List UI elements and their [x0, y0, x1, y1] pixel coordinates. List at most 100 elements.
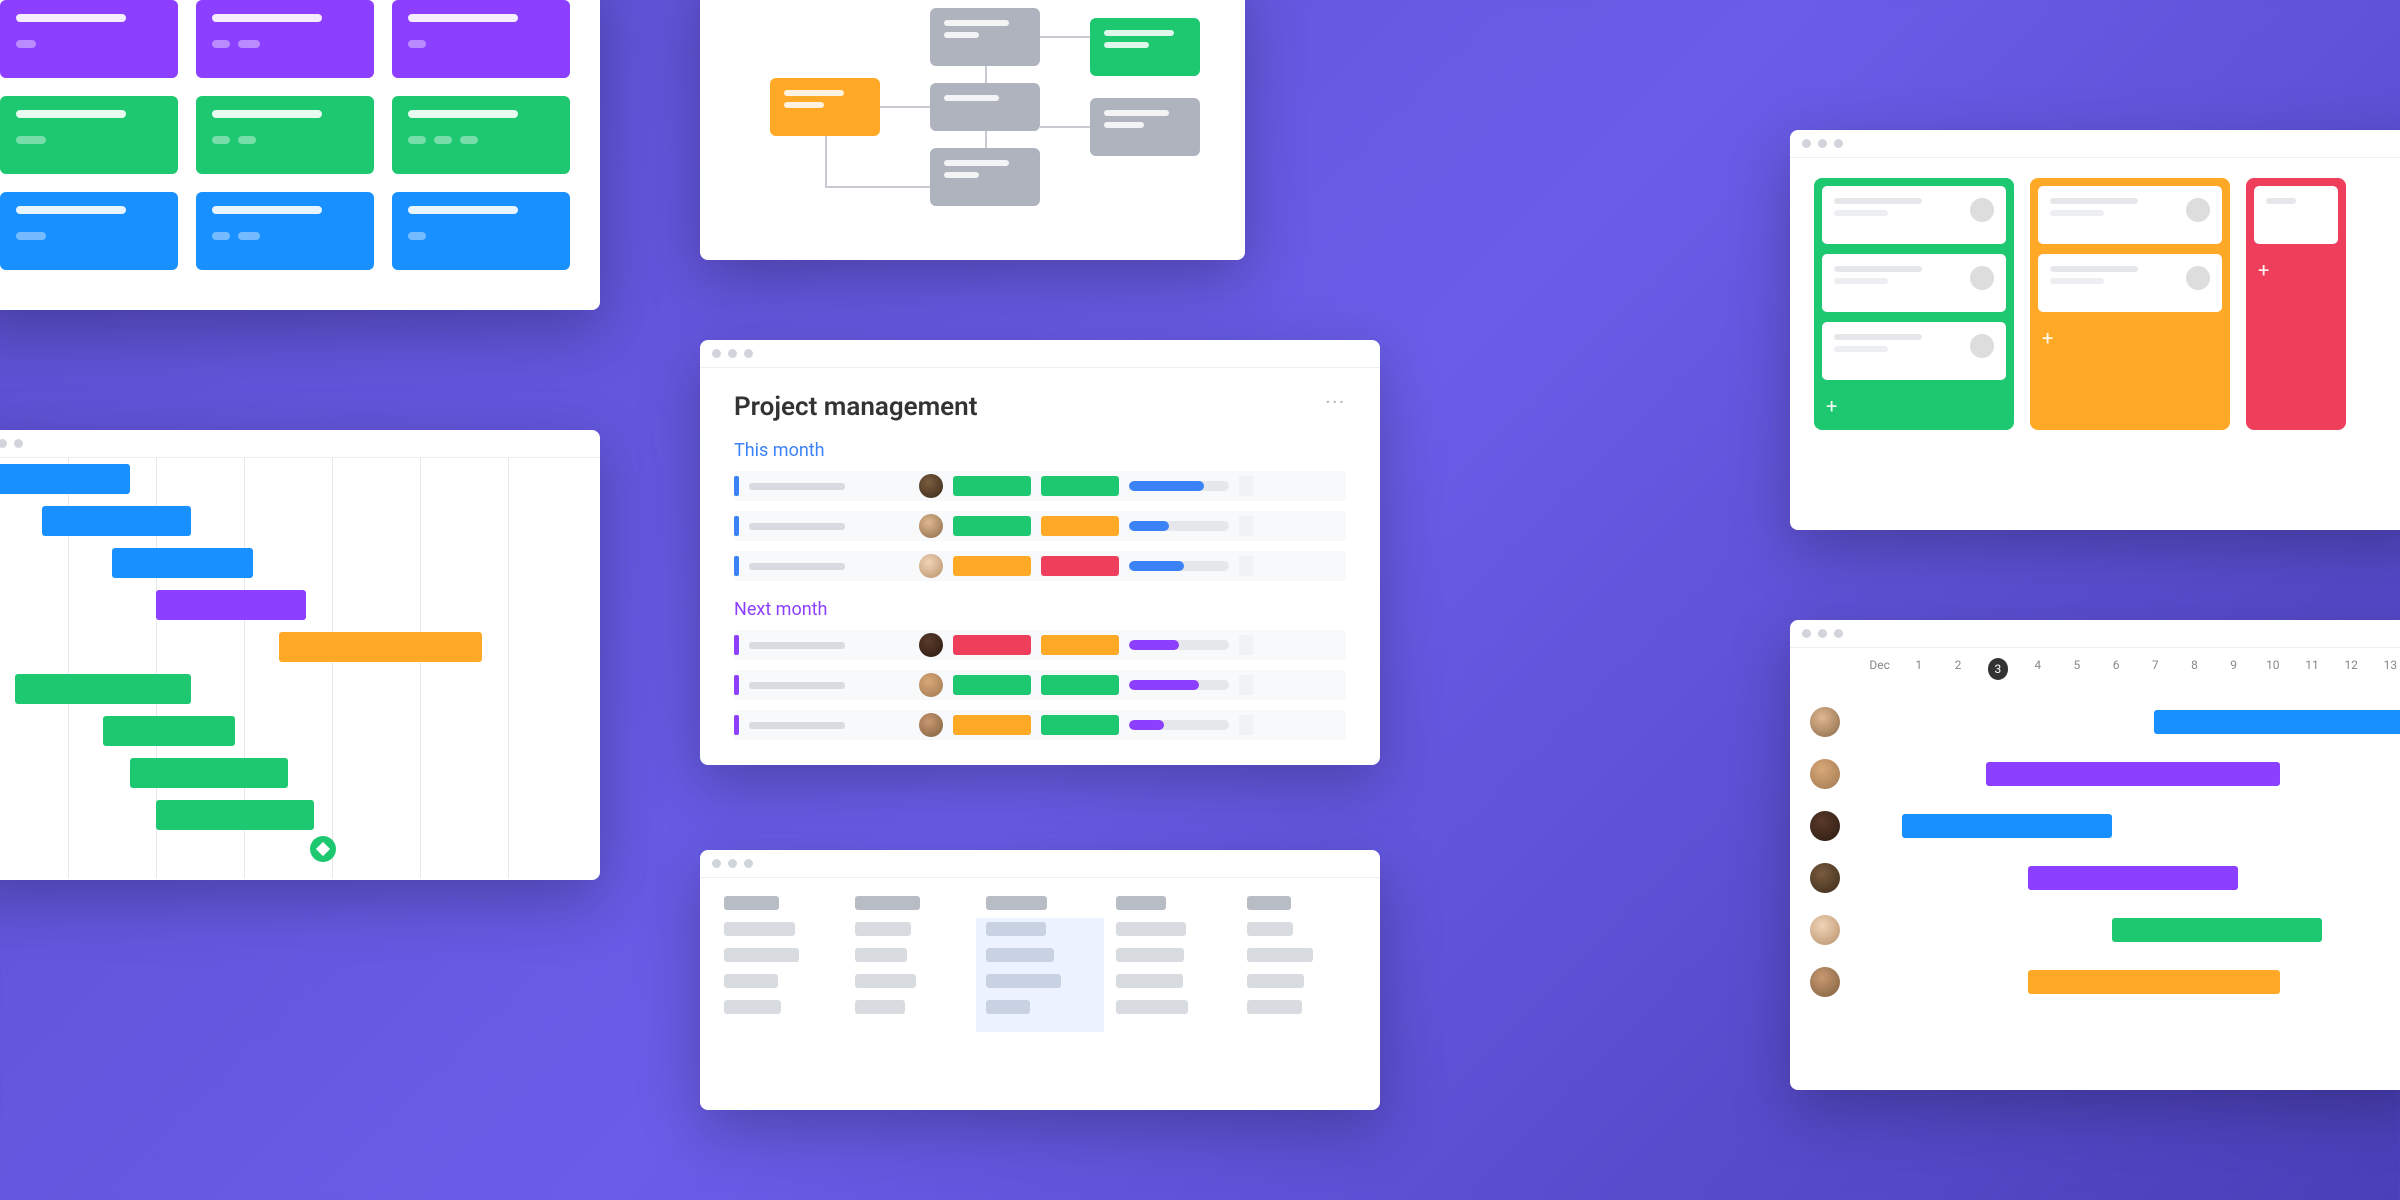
table-cell[interactable] [724, 1000, 781, 1014]
task-row[interactable] [734, 551, 1346, 581]
row-action[interactable] [1239, 516, 1253, 536]
table-header-cell[interactable] [1116, 896, 1166, 910]
timeline-day-label[interactable]: 12 [2332, 658, 2371, 680]
assignee-avatar[interactable] [1970, 266, 1994, 290]
flowchart-canvas[interactable] [700, 0, 1245, 258]
timeline-day-label[interactable]: 10 [2253, 658, 2292, 680]
table-header-cell[interactable] [724, 896, 779, 910]
timeline-day-label[interactable]: 11 [2292, 658, 2331, 680]
timeline-day-label[interactable]: 6 [2096, 658, 2135, 680]
assignee-avatar[interactable] [919, 713, 943, 737]
section-header[interactable]: This month [734, 440, 1346, 461]
kanban-card[interactable] [2038, 186, 2222, 244]
row-action[interactable] [1239, 476, 1253, 496]
gantt-bar[interactable] [156, 590, 306, 620]
table-cell[interactable] [1116, 948, 1184, 962]
timeline-day-label[interactable]: 7 [2136, 658, 2175, 680]
table-header-cell[interactable] [855, 896, 920, 910]
table-cell[interactable] [724, 948, 799, 962]
task-row[interactable] [734, 511, 1346, 541]
status-tag[interactable] [1041, 715, 1119, 735]
status-tag[interactable] [953, 715, 1031, 735]
status-tag[interactable] [953, 516, 1031, 536]
status-tag[interactable] [1041, 516, 1119, 536]
grid-card[interactable] [196, 96, 374, 174]
grid-card[interactable] [196, 192, 374, 270]
gantt-canvas[interactable] [0, 458, 600, 878]
row-action[interactable] [1239, 556, 1253, 576]
assignee-avatar[interactable] [1810, 915, 1840, 945]
assignee-avatar[interactable] [1970, 198, 1994, 222]
kanban-card[interactable] [2038, 254, 2222, 312]
table-cell[interactable] [855, 948, 907, 962]
grid-card[interactable] [196, 0, 374, 78]
assignee-avatar[interactable] [919, 474, 943, 498]
timeline-bar[interactable] [2154, 710, 2400, 734]
table-cell[interactable] [1247, 974, 1304, 988]
grid-card[interactable] [0, 192, 178, 270]
timeline-bar[interactable] [2112, 918, 2322, 942]
timeline-day-label[interactable]: 13 [2371, 658, 2400, 680]
add-card-button[interactable]: + [2254, 254, 2338, 286]
gantt-bar[interactable] [112, 548, 253, 578]
task-row[interactable] [734, 471, 1346, 501]
gantt-bar[interactable] [15, 674, 191, 704]
status-tag[interactable] [953, 675, 1031, 695]
table-cell[interactable] [1247, 1000, 1302, 1014]
timeline-day-label[interactable]: 3 [1988, 658, 2009, 680]
add-card-button[interactable]: + [2038, 322, 2222, 354]
row-action[interactable] [1239, 675, 1253, 695]
timeline-bar[interactable] [2028, 970, 2280, 994]
gantt-bar[interactable] [156, 800, 314, 830]
row-action[interactable] [1239, 635, 1253, 655]
gantt-bar[interactable] [130, 758, 288, 788]
task-row[interactable] [734, 710, 1346, 740]
assignee-avatar[interactable] [1810, 863, 1840, 893]
timeline-day-label[interactable]: 1 [1899, 658, 1938, 680]
table-cell[interactable] [1116, 922, 1186, 936]
kanban-column[interactable]: + [2246, 178, 2346, 430]
gantt-bar[interactable] [42, 506, 192, 536]
kanban-column[interactable]: + [2030, 178, 2230, 430]
status-tag[interactable] [1041, 635, 1119, 655]
timeline-day-label[interactable]: 8 [2175, 658, 2214, 680]
kanban-card[interactable] [1822, 254, 2006, 312]
flow-node[interactable] [770, 78, 880, 136]
timeline-day-label[interactable]: 4 [2018, 658, 2057, 680]
table-cell[interactable] [1116, 974, 1183, 988]
kanban-card[interactable] [1822, 186, 2006, 244]
table-cell[interactable] [724, 922, 795, 936]
more-options-button[interactable]: ··· [1326, 392, 1346, 411]
kanban-board[interactable]: + + + [1790, 158, 2400, 450]
grid-card[interactable] [392, 0, 570, 78]
task-row[interactable] [734, 670, 1346, 700]
gantt-bar[interactable] [103, 716, 235, 746]
timeline-day-label[interactable]: 9 [2214, 658, 2253, 680]
timeline-bar[interactable] [2028, 866, 2238, 890]
table-body[interactable] [700, 878, 1380, 1032]
section-header[interactable]: Next month [734, 599, 1346, 620]
status-tag[interactable] [1041, 556, 1119, 576]
timeline-bar[interactable] [1902, 814, 2112, 838]
table-cell[interactable] [724, 974, 778, 988]
assignee-avatar[interactable] [2186, 266, 2210, 290]
status-tag[interactable] [1041, 476, 1119, 496]
flow-node[interactable] [930, 148, 1040, 206]
table-cell[interactable] [1116, 1000, 1188, 1014]
assignee-avatar[interactable] [919, 633, 943, 657]
flow-node[interactable] [1090, 98, 1200, 156]
flow-node[interactable] [1090, 18, 1200, 76]
kanban-card[interactable] [1822, 322, 2006, 380]
assignee-avatar[interactable] [1810, 759, 1840, 789]
assignee-avatar[interactable] [1810, 967, 1840, 997]
add-card-button[interactable]: + [1822, 390, 2006, 422]
grid-card[interactable] [392, 192, 570, 270]
timeline-day-label[interactable]: 5 [2057, 658, 2096, 680]
flow-node[interactable] [930, 8, 1040, 66]
table-cell[interactable] [1247, 948, 1313, 962]
assignee-avatar[interactable] [919, 514, 943, 538]
assignee-avatar[interactable] [1810, 707, 1840, 737]
gantt-bar[interactable] [279, 632, 481, 662]
kanban-card[interactable] [2254, 186, 2338, 244]
status-tag[interactable] [953, 556, 1031, 576]
